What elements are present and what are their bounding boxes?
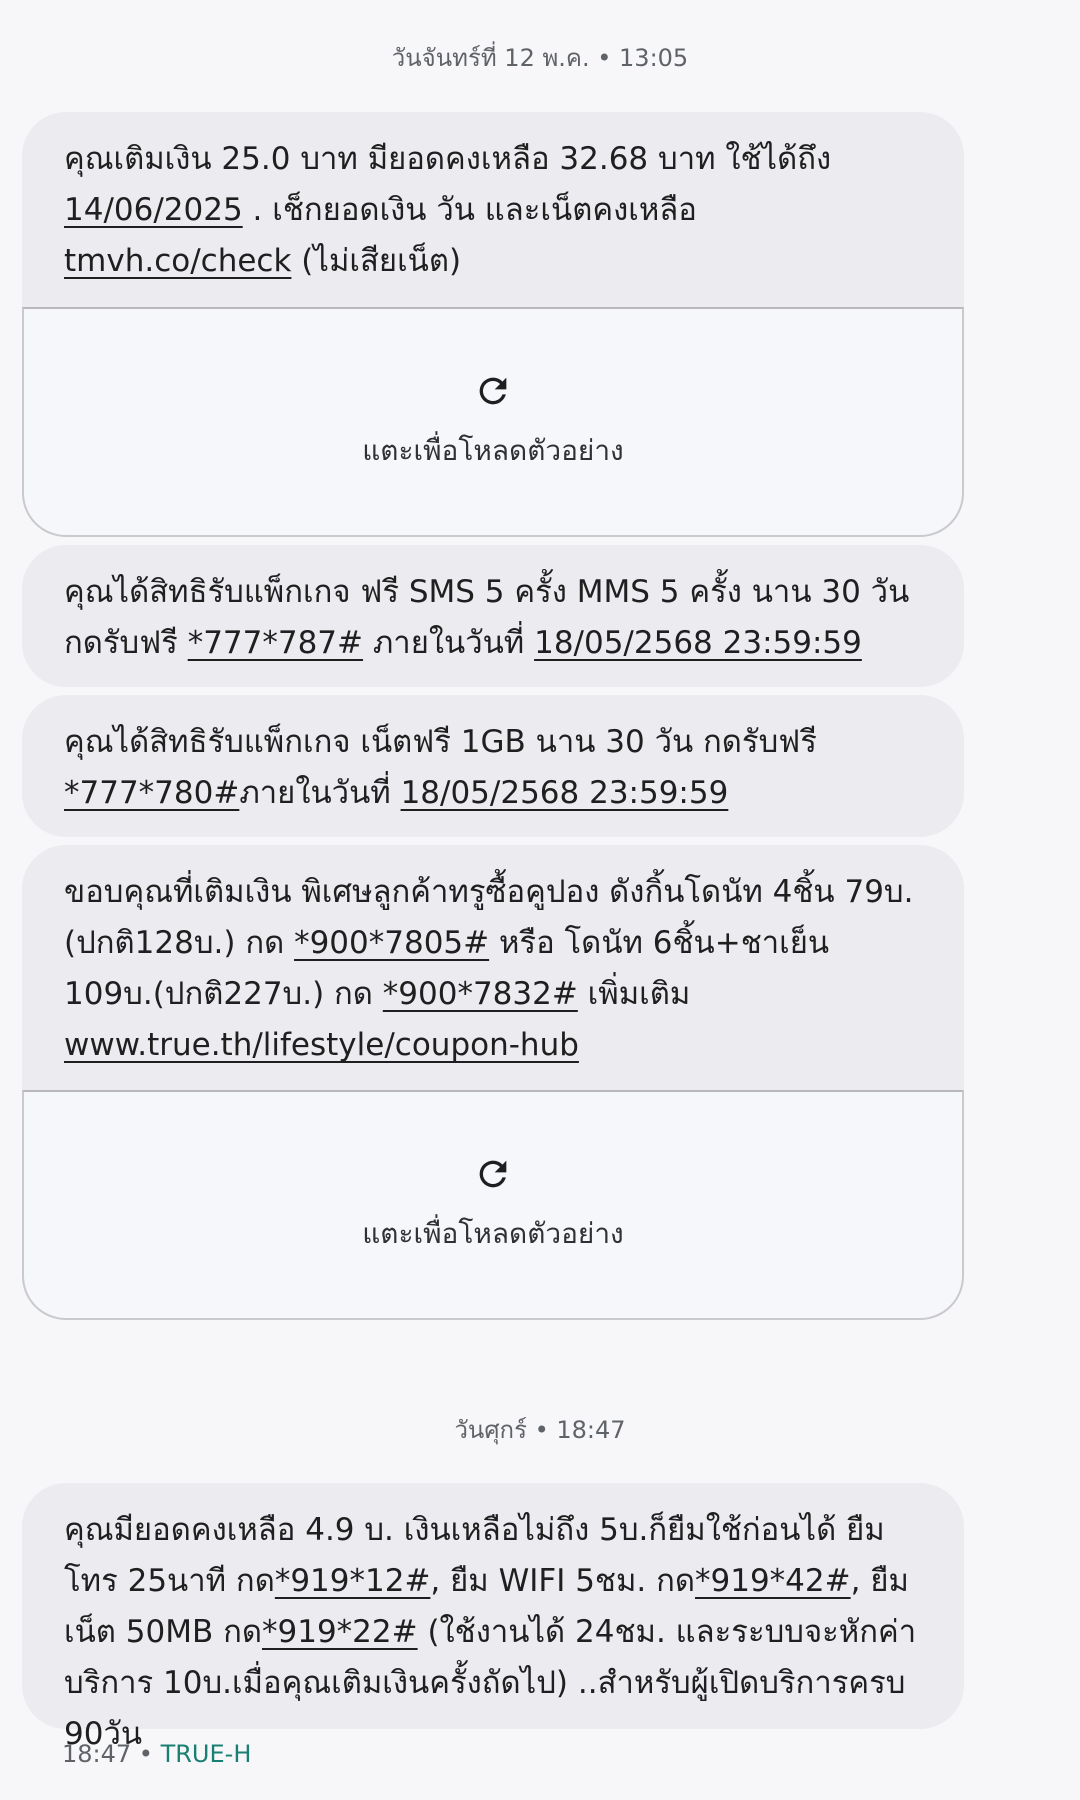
ussd-code-link[interactable]: *777*787# [188,625,363,661]
message-footer: 18:47 • TRUE-H [62,1740,251,1768]
refresh-icon [473,371,513,415]
ussd-code-link[interactable]: *919*12# [275,1563,431,1599]
message-text: คุณเติมเงิน 25.0 บาท มียอดคงเหลือ 32.68 … [64,134,924,287]
message-time: 18:47 [62,1740,132,1768]
message-text: คุณได้สิทธิรับแพ็กเกจ เน็ตฟรี 1GB นาน 30… [64,717,924,819]
message-text: ขอบคุณที่เติมเงิน พิเศษลูกค้าทรูซื้อคูปอ… [64,867,924,1071]
date-link[interactable]: 18/05/2568 23:59:59 [401,775,729,811]
text-segment: , ยืม WIFI 5ชม. กด [430,1563,696,1599]
text-segment: เพิ่มเติม [577,976,691,1012]
message-bubble-sms-package[interactable]: คุณได้สิทธิรับแพ็กเกจ ฟรี SMS 5 ครั้ง MM… [22,545,964,687]
message-bubble-coupon[interactable]: ขอบคุณที่เติมเงิน พิเศษลูกค้าทรูซื้อคูปอ… [22,845,964,1091]
sender-name: TRUE-H [160,1740,252,1768]
separator: • [131,1740,161,1768]
ussd-code-link[interactable]: *777*780# [64,775,239,811]
text-segment: ภายในวันที่ [363,625,535,661]
text-segment: คุณเติมเงิน 25.0 บาท มียอดคงเหลือ 32.68 … [64,141,832,177]
refresh-icon [473,1154,513,1198]
tap-to-load-label: แตะเพื่อโหลดตัวอย่าง [362,434,624,467]
url-link[interactable]: tmvh.co/check [64,243,291,279]
message-text: คุณได้สิทธิรับแพ็กเกจ ฟรี SMS 5 ครั้ง MM… [64,567,924,669]
link-preview-placeholder[interactable]: แตะเพื่อโหลดตัวอย่าง [22,1090,964,1320]
ussd-code-link[interactable]: *900*7832# [383,976,578,1012]
message-bubble-topup[interactable]: คุณเติมเงิน 25.0 บาท มียอดคงเหลือ 32.68 … [22,112,964,308]
date-link[interactable]: 18/05/2568 23:59:59 [534,625,862,661]
tap-to-load-label: แตะเพื่อโหลดตัวอย่าง [362,1217,624,1250]
date-link[interactable]: 14/06/2025 [64,192,243,228]
ussd-code-link[interactable]: *919*22# [262,1614,418,1650]
message-bubble-borrow-credit[interactable]: คุณมียอดคงเหลือ 4.9 บ. เงินเหลือไม่ถึง 5… [22,1483,964,1752]
text-segment: คุณได้สิทธิรับแพ็กเกจ เน็ตฟรี 1GB นาน 30… [64,724,817,760]
message-text: คุณมียอดคงเหลือ 4.9 บ. เงินเหลือไม่ถึง 5… [64,1505,924,1760]
ussd-code-link[interactable]: *900*7805# [294,925,489,961]
text-segment: ภายในวันที่ [239,775,401,811]
timestamp-friday: วันศุกร์ • 18:47 [454,1416,626,1444]
url-link[interactable]: www.true.th/lifestyle/coupon-hub [64,1027,579,1063]
timestamp-monday: วันจันทร์ที่ 12 พ.ค. • 13:05 [391,44,689,72]
link-preview-placeholder[interactable]: แตะเพื่อโหลดตัวอย่าง [22,307,964,537]
ussd-code-link[interactable]: *919*42# [695,1563,851,1599]
text-segment: (ไม่เสียเน็ต) [291,243,462,279]
message-bubble-data-package[interactable]: คุณได้สิทธิรับแพ็กเกจ เน็ตฟรี 1GB นาน 30… [22,695,964,837]
text-segment: . เช็กยอดเงิน วัน และเน็ตคงเหลือ [242,192,697,228]
